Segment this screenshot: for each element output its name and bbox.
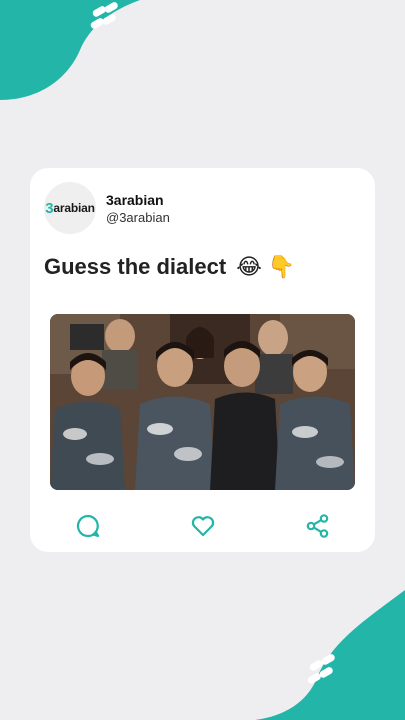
comment-icon xyxy=(76,514,99,538)
user-handle[interactable]: @3arabian xyxy=(106,209,170,226)
post-card: 3 arabian 3arabian @3arabian Guess the di… xyxy=(30,168,375,552)
decorative-blob-top xyxy=(0,0,140,100)
post-header: 3 arabian 3arabian @3arabian xyxy=(44,182,170,234)
share-icon xyxy=(306,514,328,538)
avatar-logo-digit: 3 xyxy=(45,199,54,217)
avatar[interactable]: 3 arabian xyxy=(44,182,96,234)
post-text: Guess the dialect 😂 👇 xyxy=(44,254,295,280)
pointing-down-emoji-icon: 👇 xyxy=(267,254,296,279)
post-actions xyxy=(30,506,375,546)
author-info: 3arabian @3arabian xyxy=(106,191,170,226)
post-caption: Guess the dialect xyxy=(44,254,227,279)
comment-button[interactable] xyxy=(73,511,103,541)
share-button[interactable] xyxy=(303,511,333,541)
decorative-blob-bottom xyxy=(255,590,405,720)
like-button[interactable] xyxy=(188,511,218,541)
heart-icon xyxy=(191,516,214,537)
avatar-logo-text: arabian xyxy=(53,201,95,215)
group-photo-image[interactable] xyxy=(50,314,355,490)
laughing-emoji-icon: 😂 xyxy=(236,254,262,279)
display-name[interactable]: 3arabian xyxy=(106,191,170,209)
